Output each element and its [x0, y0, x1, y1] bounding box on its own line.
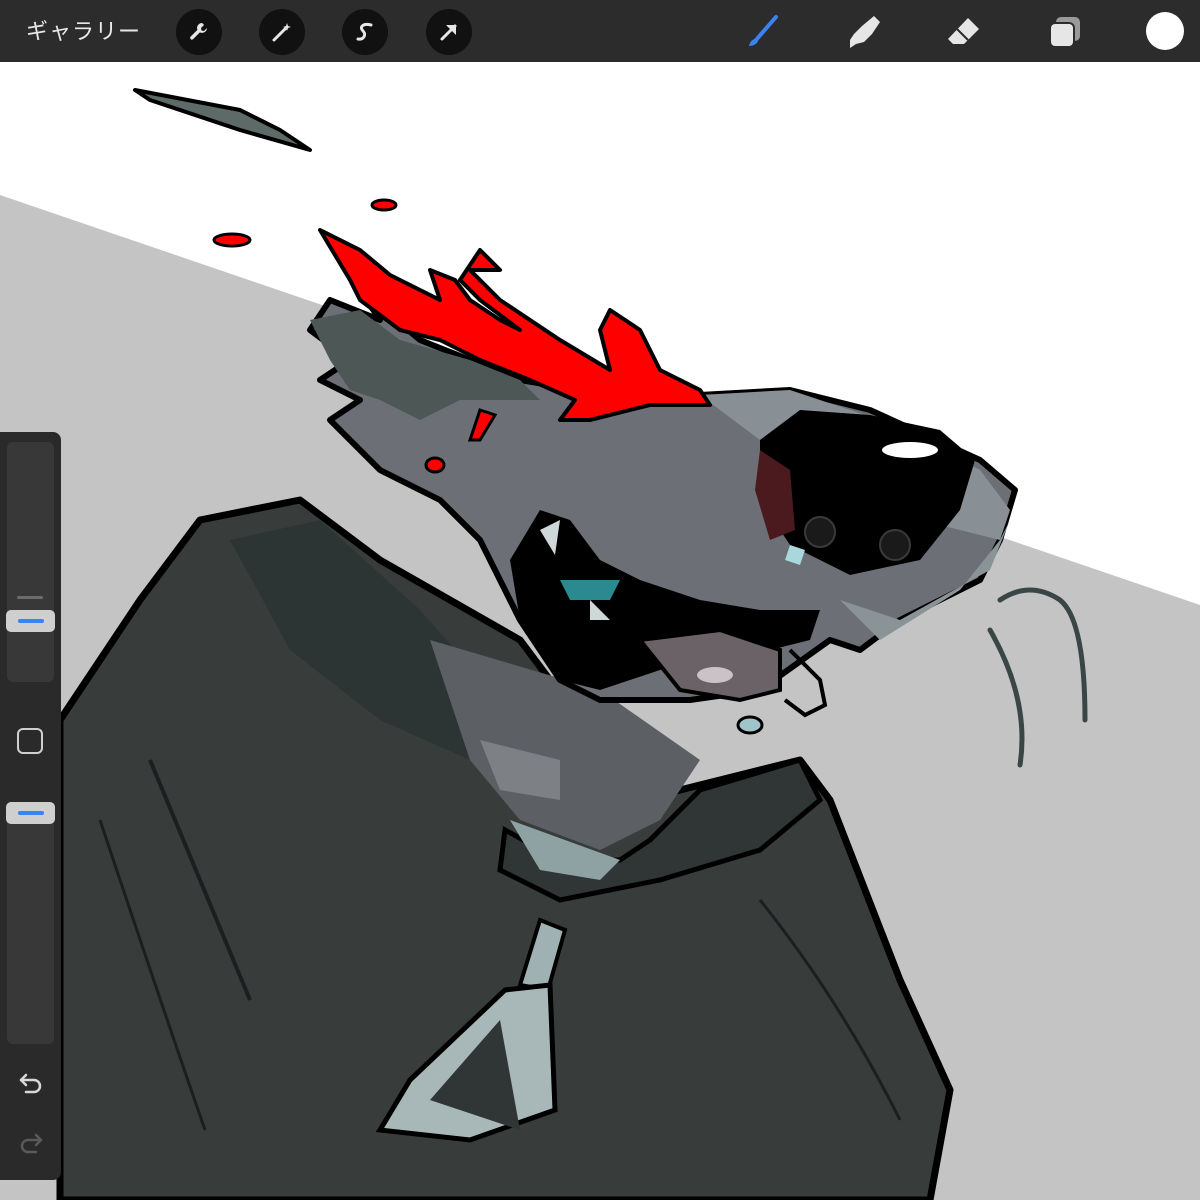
layers-icon [1049, 17, 1080, 48]
wrench-icon [190, 23, 207, 40]
brush-size-thumb[interactable] [6, 610, 55, 632]
smudge-button[interactable] [842, 10, 886, 54]
nose-shine [882, 442, 938, 458]
top-toolbar: ギャラリー [0, 0, 1200, 62]
eraser-icon [948, 18, 979, 44]
brush-size-slider[interactable] [7, 442, 54, 682]
actions-button[interactable] [176, 9, 222, 55]
eraser-button[interactable] [942, 10, 986, 54]
color-picker-button[interactable] [1146, 12, 1184, 50]
arrow-cursor-icon [440, 24, 457, 41]
selection-s-icon [356, 23, 373, 41]
magic-wand-icon [272, 23, 291, 42]
modify-button[interactable] [17, 728, 43, 754]
blood-drop [212, 232, 252, 248]
brush-icon [749, 15, 778, 46]
layers-button[interactable] [1043, 10, 1087, 54]
drawing-canvas[interactable] [0, 62, 1200, 1200]
transform-button[interactable] [426, 9, 472, 55]
brush-opacity-thumb[interactable] [6, 802, 55, 824]
undo-icon [19, 1073, 42, 1094]
undo-button[interactable] [16, 1067, 46, 1097]
collar-tag [736, 715, 764, 735]
size-slider-tick [17, 596, 43, 599]
adjustments-button[interactable] [259, 9, 305, 55]
left-sidebar [0, 432, 61, 1180]
brush-opacity-slider[interactable] [7, 804, 54, 1044]
gallery-button[interactable]: ギャラリー [26, 14, 141, 46]
blood-drop-4 [424, 456, 446, 474]
redo-icon [20, 1133, 43, 1154]
smudge-finger-icon [850, 16, 880, 48]
selection-button[interactable] [342, 9, 388, 55]
blood-drop-2 [370, 198, 398, 212]
fur-streak [133, 88, 312, 152]
nostril-left [804, 516, 836, 548]
brush-button[interactable] [740, 10, 784, 54]
redo-button[interactable] [16, 1127, 46, 1157]
tongue-shine [697, 667, 733, 683]
artwork [0, 88, 1200, 1200]
tongue-teal [560, 580, 620, 600]
nostril-right [879, 529, 911, 561]
